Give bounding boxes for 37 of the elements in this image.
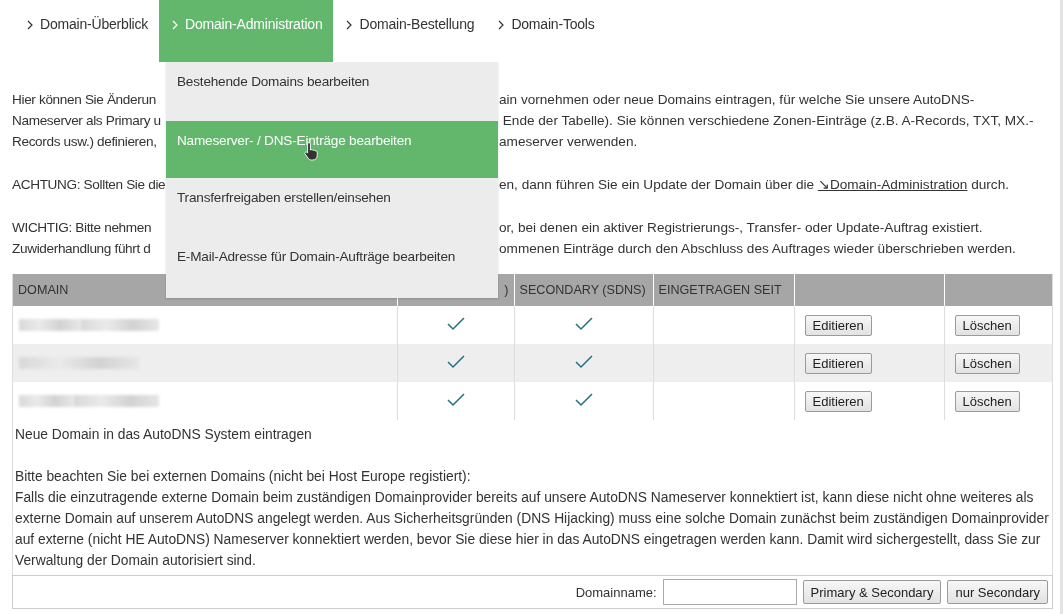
body-text: ain vornehmen oder neue Domains eintragen, für welche Sie unsere AutoDNS-	[499, 91, 975, 109]
delete-button[interactable]: Löschen	[954, 390, 1020, 412]
body-text: Zuwiderhandlung führt d	[12, 241, 151, 256]
submit-button[interactable]: nur Secondary	[947, 580, 1048, 604]
domain-name-field[interactable]	[662, 579, 797, 605]
chevron-right-icon	[346, 20, 353, 30]
body-text: Ende der Tabelle). Sie können verschiedene Zonen-Einträge (z.B. A-Records, TXT, MX.-	[501, 112, 1034, 130]
body-text: en, dann führen Sie ein Update der Domain über die ↘Domain-Administration durch.	[499, 176, 1009, 194]
chevron-right-icon	[27, 20, 33, 30]
field-label: Domainname:	[575, 584, 657, 600]
body-text: or, bei denen ein aktiver Registrierungs-, Transfer- oder Update-Auftrag existiert.	[499, 219, 983, 237]
body-text: Records usw.) definieren,	[12, 134, 157, 149]
menu-item[interactable]: Transferfreigaben erstellen/einsehen	[166, 178, 498, 237]
note-text: Falls die einzutragende externe Domain beim zuständigen Domainprovider bereits auf unsere AutoDNS Nameserver konnektiert ist, kann diese nicht ohne weiteres als externe Domain auf unserem AutoDNS angelegt werden. Aus Sicherheitsgründen (DNS Hijacking) muss eine solche Domain zunächst beim zuständigen Domainprovider auf externe (nicht HE AutoDNS) Nameserver konnektiert werden, bevor Sie diese hier in das AutoDNS eingetragen werden kann. Damit wird sichergestellt, dass Sie zur Verwaltung der Domain autorisiert sind.	[15, 489, 1050, 570]
body-text: ACHTUNG: Sollten Sie die	[12, 177, 166, 192]
note-title: Bitte beachten Sie bei externen Domains (nicht bei Host Europe registiert):	[15, 468, 472, 486]
body-text: ameserver verwenden.	[499, 133, 638, 151]
edit-button[interactable]: Editieren	[804, 314, 872, 336]
section-heading: Neue Domain in das AutoDNS System eintragen	[15, 426, 313, 444]
submit-button[interactable]: Primary & Secondary	[802, 580, 942, 604]
body-text: WICHTIG: Bitte nehmen	[12, 220, 152, 235]
nav-tab[interactable]: Domain-Tools	[485, 0, 606, 62]
nav-tab[interactable]: Domain-Bestellung	[333, 0, 486, 62]
chevron-right-icon	[498, 20, 505, 30]
chevron-right-icon	[172, 20, 179, 30]
text-link[interactable]: ↘Domain-Administration	[817, 177, 968, 192]
column-header: EINGETRAGEN SEIT	[653, 274, 794, 306]
body-text: ommenen Einträge durch den Abschluss des Auftrages wieder überschrieben werden.	[499, 240, 1016, 258]
body-text: Hier können Sie Änderun	[12, 92, 156, 107]
delete-button[interactable]: Löschen	[954, 314, 1020, 336]
edit-button[interactable]: Editieren	[804, 352, 872, 374]
column-header: SECONDARY (SDNS)	[514, 274, 653, 306]
delete-button[interactable]: Löschen	[954, 352, 1020, 374]
nav-tab[interactable]: Domain-Überblick	[14, 0, 160, 62]
body-text: Nameserver als Primary u	[12, 113, 161, 128]
menu-item[interactable]: Bestehende Domains bearbeiten	[166, 62, 498, 121]
edit-button[interactable]: Editieren	[804, 390, 872, 412]
